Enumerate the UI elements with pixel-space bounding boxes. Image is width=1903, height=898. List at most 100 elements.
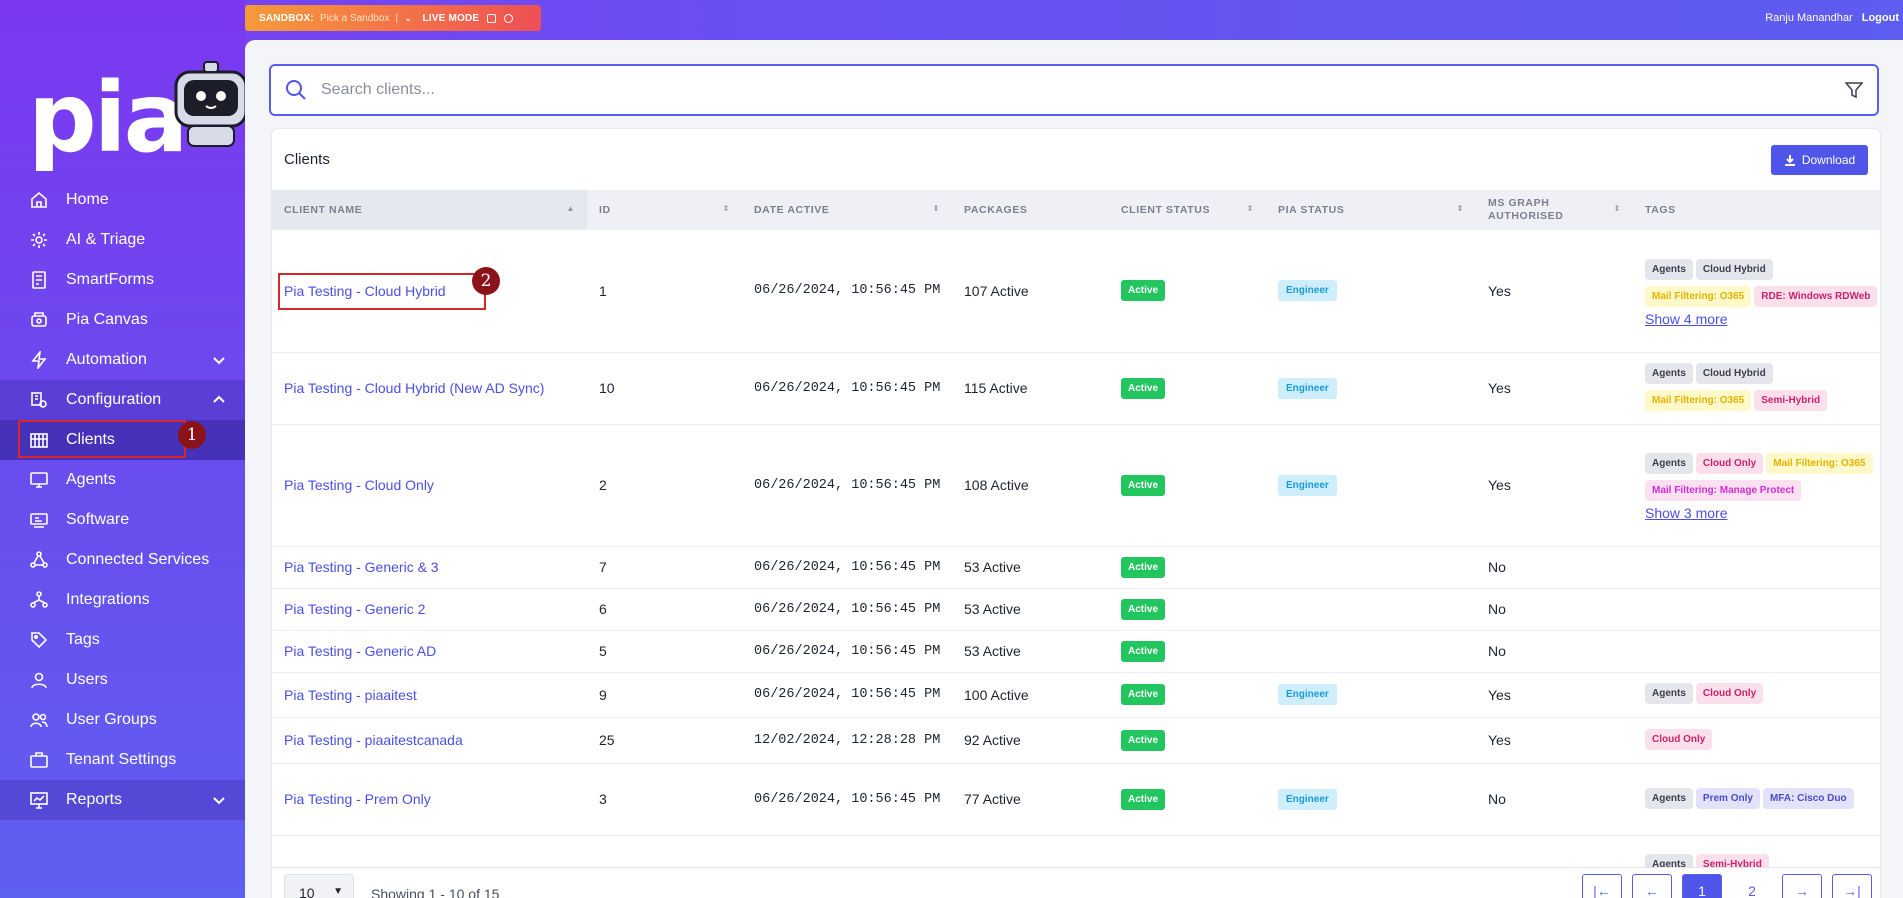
client-link[interactable]: Pia Testing - piaaitestcanada: [284, 732, 463, 748]
pagination-footer: 10 ▼ Showing 1 - 10 of 15 |← ← 1 2 → →|: [272, 867, 1880, 898]
col-header-pia-status[interactable]: PIA STATUS ⇕: [1266, 190, 1476, 230]
col-header-date-active[interactable]: DATE ACTIVE ⇕: [742, 190, 952, 230]
sidebar-item-tenant-settings[interactable]: Tenant Settings: [0, 740, 245, 780]
cell-client-name: Pia Testing - piaaitestcanada: [272, 717, 587, 764]
sort-asc-icon[interactable]: ▲: [566, 204, 575, 213]
tag-badge: RDE: Windows RDWeb: [1754, 285, 1878, 307]
settings-icon[interactable]: [504, 13, 514, 23]
sidebar-item-connected-services[interactable]: Connected Services: [0, 540, 245, 580]
sidebar-item-software[interactable]: Software: [0, 500, 245, 540]
sidebar-item-configuration[interactable]: Configuration: [0, 380, 245, 420]
col-header-id[interactable]: ID ⇕: [587, 190, 742, 230]
cell-tags: Agents Cloud Only Mail Filtering: O365 Mail…: [1633, 424, 1880, 547]
table-row[interactable]: Pia Testing - Cloud Hybrid (New AD Sync)…: [272, 352, 1880, 425]
prev-page-button[interactable]: ←: [1632, 874, 1672, 898]
client-link[interactable]: Pia Testing - Generic 2: [284, 601, 425, 617]
status-badge: Active: [1121, 474, 1166, 496]
tag-badge: Agents: [1645, 787, 1693, 809]
last-page-button[interactable]: →|: [1832, 874, 1872, 898]
col-header-client-name[interactable]: CLIENT NAME ▲: [272, 190, 587, 230]
cell-packages: 53 Active: [952, 546, 1109, 589]
table-row[interactable]: Pia Testing - Generic AD 5 06/26/2024, 10:…: [272, 630, 1880, 673]
table-row[interactable]: Pia Testing - Prem Only 3 06/26/2024, 10:5…: [272, 763, 1880, 836]
next-page-button[interactable]: →: [1782, 874, 1822, 898]
home-icon: [30, 191, 48, 209]
tag-badge: Mail Filtering: O365: [1766, 453, 1873, 474]
tag-badge: Cloud Only: [1695, 453, 1764, 474]
col-header-client-status[interactable]: CLIENT STATUS ⇕: [1109, 190, 1266, 230]
table-row[interactable]: Pia Testing - piaaitestcanada 25 12/02/202…: [272, 717, 1880, 764]
sidebar-item-agents[interactable]: Agents: [0, 460, 245, 500]
cell-date-active: 06/26/2024, 10:56:45 PM: [742, 630, 952, 673]
software-icon: [30, 511, 48, 529]
filter-icon[interactable]: [1845, 81, 1863, 99]
sandbox-picker[interactable]: Pick a Sandbox: [320, 13, 390, 24]
table-row[interactable]: Pia Testing - Cloud Only 2 06/26/2024, 10:…: [272, 424, 1880, 547]
cell-tags: Agents Cloud Hybrid Mail Filtering: O365 RD…: [1633, 230, 1880, 353]
chevron-down-icon[interactable]: [211, 352, 227, 368]
pia-status-badge: Engineer: [1278, 684, 1337, 705]
sidebar-item-users[interactable]: Users: [0, 660, 245, 700]
copy-icon[interactable]: [487, 13, 497, 23]
table-row[interactable]: Pia Testing - Cloud Hybrid 1 06/26/2024, 1…: [272, 230, 1880, 353]
chevron-down-icon[interactable]: [211, 792, 227, 808]
client-link[interactable]: Pia Testing - Prem Only: [284, 791, 431, 807]
step-badge-2: 2: [472, 267, 500, 295]
sidebar-item-ai-triage[interactable]: AI & Triage: [0, 220, 245, 260]
page-size-select[interactable]: 10 ▼: [284, 874, 354, 898]
client-link[interactable]: Pia Testing - Cloud Hybrid (New AD Sync): [284, 380, 544, 396]
logout-link[interactable]: Logout: [1862, 12, 1899, 24]
client-link[interactable]: Pia Testing - Generic AD: [284, 643, 436, 659]
sort-icon[interactable]: ⇕: [1457, 204, 1464, 213]
col-header-ms-graph[interactable]: MS GRAPH AUTHORISED ⇕: [1476, 190, 1633, 230]
chevron-down-icon[interactable]: ⌄: [404, 13, 412, 24]
cell-pia-status: [1266, 717, 1476, 764]
chevron-up-icon[interactable]: [211, 392, 227, 408]
sidebar-item-home[interactable]: Home: [0, 180, 245, 220]
table-row[interactable]: Pia Testing - Generic & 3 7 06/26/2024, 10…: [272, 546, 1880, 589]
download-button[interactable]: Download: [1771, 145, 1868, 175]
pia-logo[interactable]: pia: [28, 70, 188, 166]
network-icon: [30, 551, 48, 569]
page-1-button[interactable]: 1: [1682, 874, 1722, 898]
table-row[interactable]: Pia Testing - piaaitest 9 06/26/2024, 10:5…: [272, 672, 1880, 718]
first-page-button[interactable]: |←: [1582, 874, 1622, 898]
cell-id: 25: [587, 717, 742, 764]
search-input[interactable]: [321, 81, 1821, 99]
sort-icon[interactable]: ⇕: [723, 204, 730, 213]
showing-count: Showing 1 - 10 of 15: [371, 886, 500, 898]
client-link[interactable]: Pia Testing - Cloud Only: [284, 477, 434, 493]
clients-card: Clients Download CLIENT NAME ▲ ID ⇕ DATE A…: [271, 128, 1881, 898]
cell-id: 2: [587, 424, 742, 547]
show-more-link[interactable]: Show 4 more: [1645, 311, 1880, 327]
sidebar-item-tags[interactable]: Tags: [0, 620, 245, 660]
show-more-link[interactable]: Show 3 more: [1645, 505, 1880, 521]
sidebar-item-smartforms[interactable]: SmartForms: [0, 260, 245, 300]
sidebar-item-label: Automation: [66, 351, 147, 368]
sort-icon[interactable]: ⇕: [933, 204, 940, 213]
col-header-packages: PACKAGES: [964, 204, 1028, 216]
sort-icon[interactable]: ⇕: [1614, 204, 1621, 213]
monitor-icon: [30, 471, 48, 489]
client-link[interactable]: Pia Testing - Generic & 3: [284, 559, 439, 575]
sidebar-item-automation[interactable]: Automation: [0, 340, 245, 380]
cell-id: 6: [587, 588, 742, 631]
cell-packages: 107 Active: [952, 230, 1109, 353]
sidebar-item-integrations[interactable]: Integrations: [0, 580, 245, 620]
sidebar-item-label: User Groups: [66, 711, 157, 728]
table-row[interactable]: Pia Testing - Generic 2 6 06/26/2024, 10:5…: [272, 588, 1880, 631]
sort-icon[interactable]: ⇕: [1247, 204, 1254, 213]
client-link[interactable]: Pia Testing - piaaitest: [284, 687, 417, 703]
cell-pia-status: Engineer: [1266, 424, 1476, 547]
robot-mascot-icon: [174, 61, 248, 147]
status-badge: Active: [1121, 640, 1166, 662]
cell-packages: 77 Active: [952, 763, 1109, 836]
sidebar-item-pia-canvas[interactable]: Pia Canvas: [0, 300, 245, 340]
sidebar-item-reports[interactable]: Reports: [0, 780, 245, 820]
cell-packages: 53 Active: [952, 630, 1109, 673]
status-badge: Active: [1121, 598, 1166, 620]
download-label: Download: [1801, 153, 1856, 167]
sidebar-item-user-groups[interactable]: User Groups: [0, 700, 245, 740]
page-2-button[interactable]: 2: [1732, 874, 1772, 898]
sandbox-bar[interactable]: SANDBOX: Pick a Sandbox | ⌄ LIVE MODE: [245, 5, 541, 31]
